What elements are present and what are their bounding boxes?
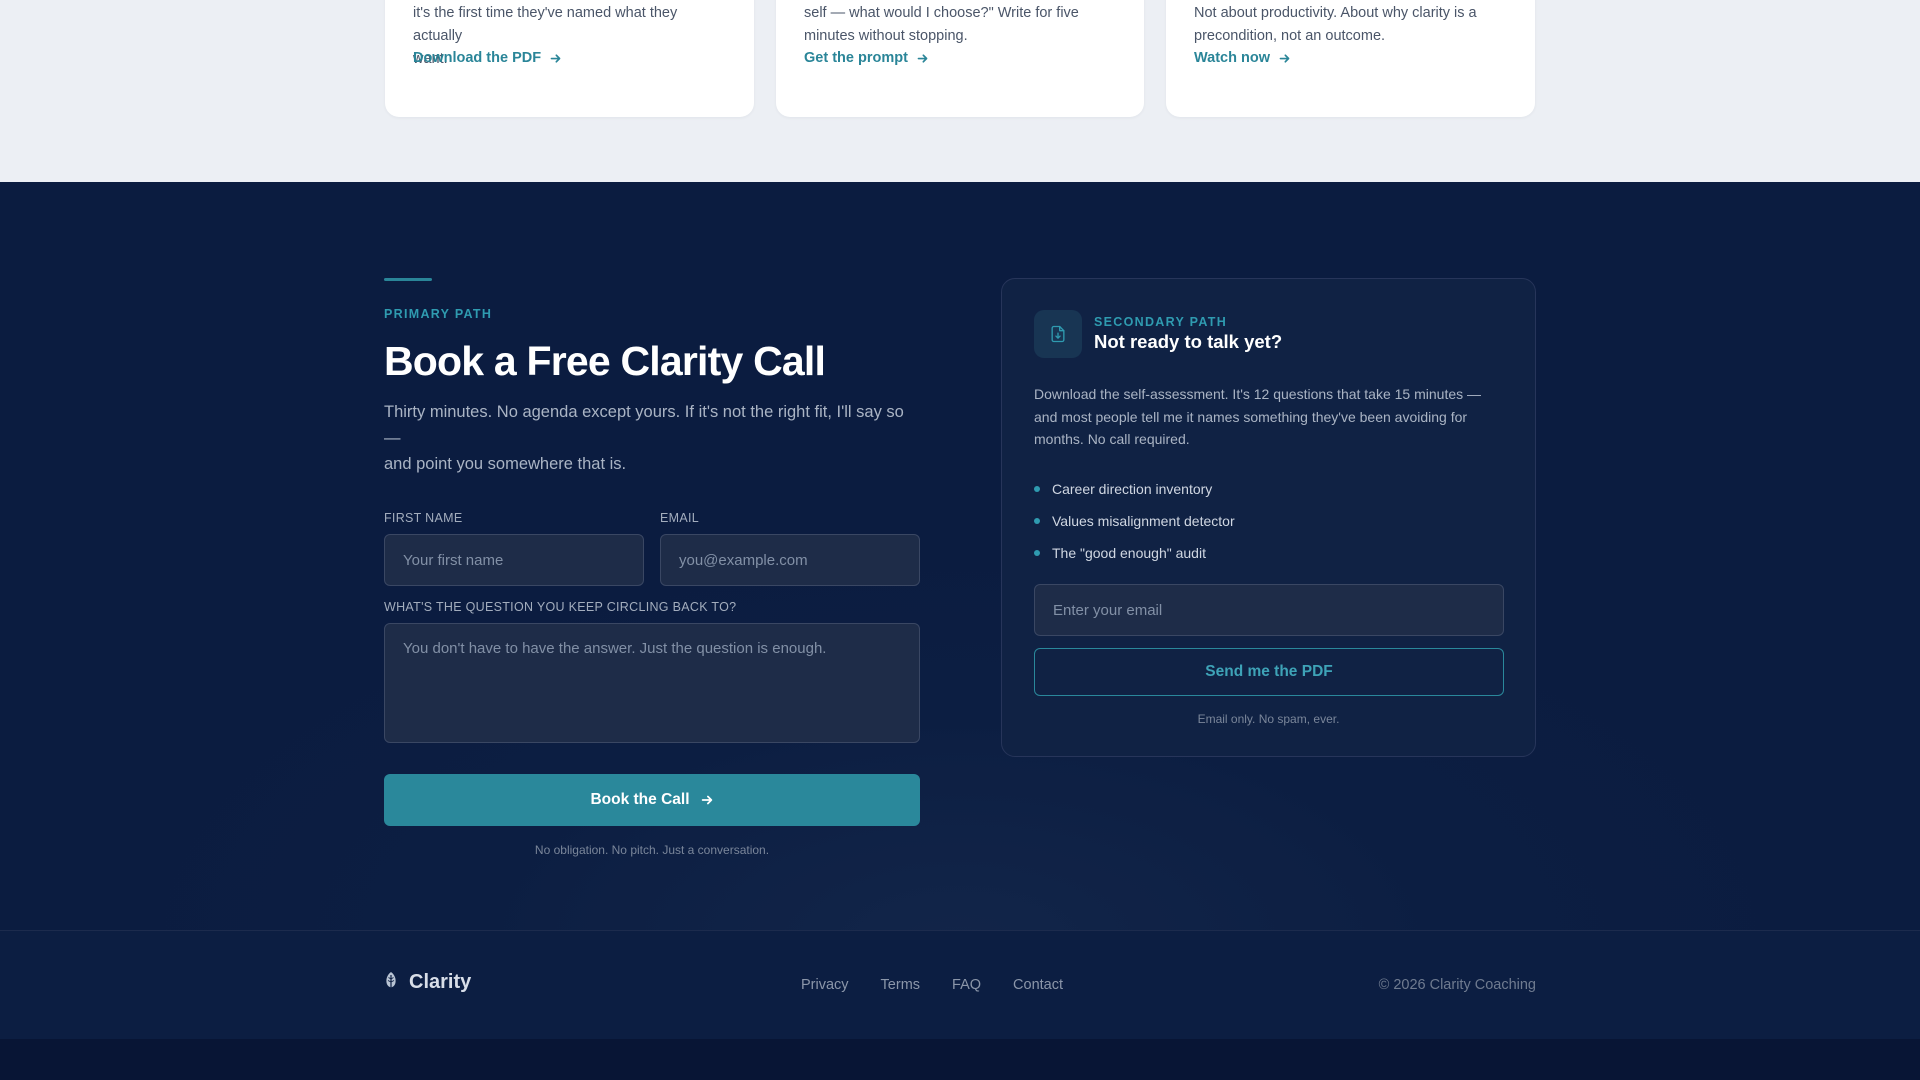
list-item: Career direction inventory [1034,473,1235,505]
lede-line: Thirty minutes. No agenda except yours. … [384,403,904,447]
resource-card-video: Not about productivity. About why clarit… [1166,0,1535,117]
bottom-strip [0,1039,1920,1080]
watch-now-link[interactable]: Watch now [1194,50,1291,66]
book-call-button-label: Book the Call [590,791,690,808]
leaf-icon [384,971,398,994]
list-item-label: The "good enough" audit [1052,545,1206,561]
list-item-label: Values misalignment detector [1052,513,1235,529]
description-line: and most people tell me it names somethi… [1034,408,1468,425]
footer-link-contact[interactable]: Contact [1013,977,1063,993]
bullet-dot [1034,550,1040,556]
description-line: self — what would I choose?" Write for f… [804,5,1079,21]
resources-section: it's the first time they've named what t… [0,0,1920,182]
first-name-input[interactable] [384,534,644,586]
get-prompt-link[interactable]: Get the prompt [804,50,929,66]
bullet-dot [1034,518,1040,524]
footer-link-terms[interactable]: Terms [881,977,920,993]
resource-card-pdf: it's the first time they've named what t… [385,0,754,117]
first-name-group: FIRST NAME [384,511,644,586]
footer: Clarity Privacy Terms FAQ Contact © 2026… [0,930,1920,1039]
link-label: Get the prompt [804,50,908,66]
description-line: Not about productivity. About why clarit… [1194,5,1477,21]
send-pdf-button[interactable]: Send me the PDF [1034,648,1504,696]
email-input[interactable] [660,534,920,586]
brand-name: Clarity [409,971,472,993]
download-pdf-link[interactable]: Download the PDF [413,50,562,66]
link-label: Watch now [1194,50,1270,66]
question-label: WHAT'S THE QUESTION YOU KEEP CIRCLING BA… [384,600,737,614]
document-download-icon [1034,310,1082,358]
pdf-email-input[interactable] [1034,584,1504,636]
list-item: Values misalignment detector [1034,505,1235,537]
primary-fine-print: No obligation. No pitch. Just a conversa… [534,843,770,857]
secondary-fine-print: Email only. No spam, ever. [1197,712,1340,726]
primary-lede: Thirty minutes. No agenda except yours. … [384,399,920,477]
resource-card-description: Not about productivity. About why clarit… [1194,2,1511,48]
question-textarea[interactable] [384,623,920,743]
list-item: The "good enough" audit [1034,537,1235,569]
list-item-label: Career direction inventory [1052,481,1213,497]
primary-headline: Book a Free Clarity Call [384,338,826,384]
assessment-features-list: Career direction inventory Values misali… [1034,473,1235,569]
accent-divider [384,278,432,281]
resource-card-prompt: self — what would I choose?" Write for f… [776,0,1144,117]
arrow-right-icon [550,53,561,63]
footer-link-privacy[interactable]: Privacy [801,977,849,993]
secondary-eyebrow: SECONDARY PATH [1094,315,1228,329]
lede-line: and point you somewhere that is. [384,455,627,473]
first-name-label: FIRST NAME [384,511,463,525]
description-line: precondition, not an outcome. [1194,28,1386,44]
cta-section: PRIMARY PATH Book a Free Clarity Call Th… [0,182,1920,930]
arrow-right-icon [1279,53,1290,63]
footer-brand-link[interactable]: Clarity [384,971,471,994]
secondary-path-card: SECONDARY PATH Not ready to talk yet? Do… [1001,278,1536,757]
description-line: it's the first time they've named what t… [413,5,678,44]
book-call-button[interactable]: Book the Call [384,774,920,826]
question-group: WHAT'S THE QUESTION YOU KEEP CIRCLING BA… [384,600,920,743]
primary-eyebrow: PRIMARY PATH [384,307,493,321]
secondary-titles: SECONDARY PATH Not ready to talk yet? [1094,315,1282,353]
bullet-dot [1034,486,1040,492]
secondary-description: Download the self-assessment. It's 12 qu… [1034,383,1512,451]
name-email-row: FIRST NAME EMAIL [384,511,920,586]
footer-link-faq[interactable]: FAQ [952,977,981,993]
primary-path: PRIMARY PATH Book a Free Clarity Call Th… [384,278,920,857]
footer-nav: Privacy Terms FAQ Contact [801,977,1095,993]
description-line: Download the self-assessment. It's 12 qu… [1034,386,1482,402]
email-label: EMAIL [660,511,700,525]
arrow-right-icon [917,53,928,63]
copyright: © 2026 Clarity Coaching [1378,977,1536,993]
resource-card-description: self — what would I choose?" Write for f… [804,2,1120,48]
secondary-header: SECONDARY PATH Not ready to talk yet? [1034,310,1282,358]
email-group: EMAIL [660,511,920,586]
secondary-title: Not ready to talk yet? [1094,331,1283,352]
link-label: Download the PDF [413,50,542,66]
arrow-right-icon [701,795,712,805]
description-line: minutes without stopping. [804,28,968,44]
description-line: months. No call required. [1034,431,1190,447]
